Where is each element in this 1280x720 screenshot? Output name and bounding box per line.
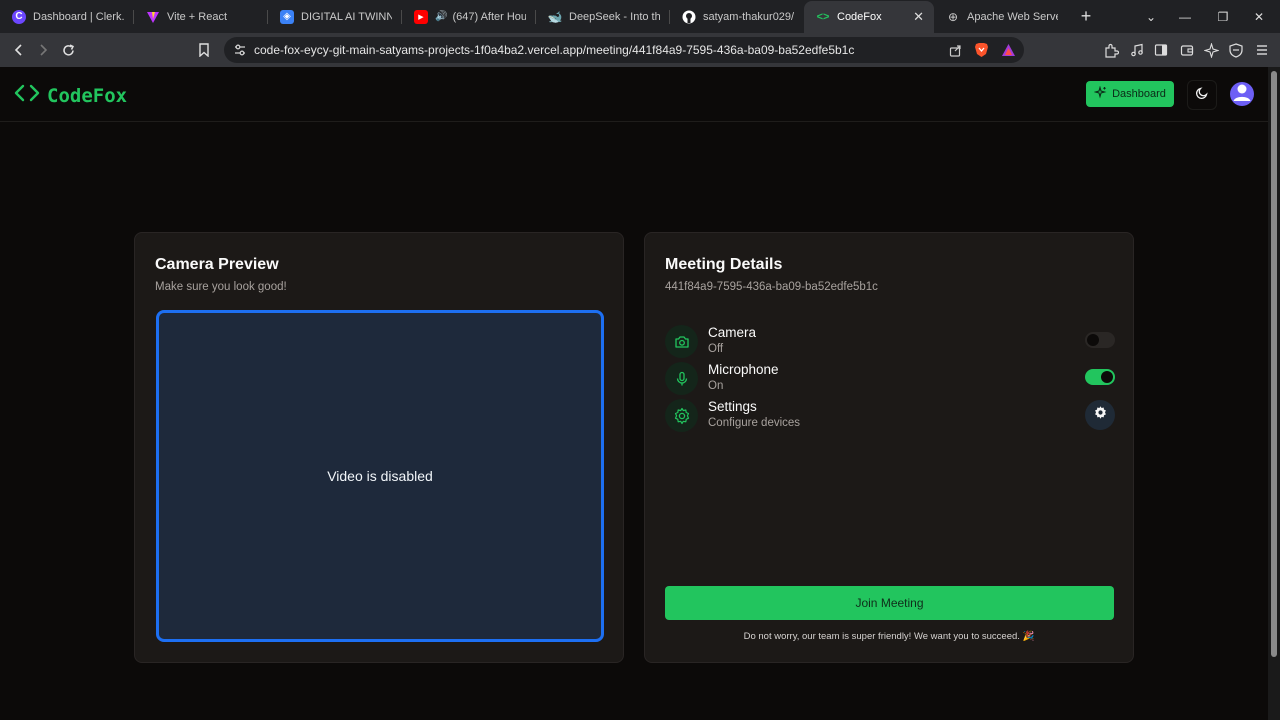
camera-preview-title: Camera Preview — [155, 256, 279, 273]
gear-icon — [1093, 405, 1108, 425]
meeting-details-card: Meeting Details 441f84a9-7595-436a-ba09-… — [644, 232, 1134, 663]
dashboard-label: Dashboard — [1112, 88, 1166, 100]
user-icon — [1230, 82, 1254, 106]
shield-app-icon: ◈ — [280, 9, 294, 24]
join-meeting-label: Join Meeting — [855, 596, 924, 610]
tab-title: satyam-thakur029/CodeFox — [703, 10, 794, 23]
browser-tab[interactable]: ◈ DIGITAL AI TWINNING — [268, 0, 402, 33]
tab-search-icon[interactable]: ⌄ — [1132, 0, 1170, 33]
gear-icon — [665, 399, 698, 432]
scrollbar-thumb[interactable] — [1271, 71, 1277, 657]
code-icon — [14, 83, 40, 108]
browser-tab[interactable]: satyam-thakur029/CodeFox — [670, 0, 804, 33]
forward-button[interactable] — [33, 40, 53, 60]
brand-logo[interactable]: CodeFox — [14, 83, 127, 108]
tab-title: Dashboard | Clerk.com — [33, 10, 124, 23]
window-close-button[interactable]: ✕ — [1240, 0, 1278, 33]
browser-tab[interactable]: C Dashboard | Clerk.com — [0, 0, 134, 33]
music-icon[interactable] — [1129, 42, 1145, 58]
deepseek-icon: 🐋 — [547, 9, 563, 24]
setting-value: On — [708, 380, 724, 392]
share-icon[interactable] — [949, 44, 962, 60]
camera-icon — [665, 325, 698, 358]
video-preview: Video is disabled — [156, 310, 604, 642]
dashboard-button[interactable]: Dashboard — [1086, 81, 1174, 107]
tab-title: CodeFox — [837, 11, 882, 23]
audio-playing-icon[interactable]: 🔊 — [435, 11, 447, 22]
camera-setting-row: Camera Off — [665, 325, 1115, 359]
camera-toggle[interactable] — [1085, 332, 1115, 348]
app-header: CodeFox Dashboard — [0, 67, 1268, 122]
url-text[interactable]: code-fox-eycy-git-main-satyams-projects-… — [254, 43, 854, 57]
brave-rewards-icon[interactable] — [1001, 43, 1016, 60]
github-icon — [682, 10, 696, 24]
sparkles-icon — [1093, 85, 1107, 102]
minimize-button[interactable]: — — [1166, 0, 1204, 33]
setting-label: Camera — [708, 325, 757, 340]
address-bar[interactable]: code-fox-eycy-git-main-satyams-projects-… — [224, 37, 1024, 63]
tab-title: Vite + React — [167, 10, 228, 23]
theme-toggle-button[interactable] — [1187, 80, 1217, 110]
page-scrollbar[interactable] — [1268, 67, 1280, 720]
meeting-details-title: Meeting Details — [665, 256, 783, 273]
browser-tab-strip: C Dashboard | Clerk.com Vite + React ◈ D… — [0, 0, 1280, 34]
user-avatar[interactable] — [1230, 82, 1254, 106]
video-status: Video is disabled — [327, 468, 433, 484]
reload-button[interactable] — [58, 40, 78, 60]
camera-preview-card: Camera Preview Make sure you look good! … — [134, 232, 624, 663]
browser-tab[interactable]: ⊕ Apache Web Server — [934, 0, 1068, 33]
setting-value: Off — [708, 343, 724, 355]
setting-label: Settings — [708, 399, 757, 414]
microphone-setting-row: Microphone On — [665, 362, 1115, 396]
close-icon[interactable]: ✕ — [913, 9, 924, 25]
brand-name: CodeFox — [47, 84, 128, 107]
globe-icon: ⊕ — [947, 9, 959, 24]
tab-title: Apache Web Server — [967, 10, 1058, 23]
settings-row: Settings Configure devices — [665, 399, 1115, 433]
leo-ai-icon[interactable] — [1203, 42, 1219, 58]
browser-tab[interactable]: ▶ 🔊 (647) After Hours — [402, 0, 536, 33]
site-info-icon[interactable] — [233, 43, 247, 57]
tab-title: (647) After Hours — [452, 10, 526, 23]
join-meeting-button[interactable]: Join Meeting — [665, 586, 1114, 620]
back-button[interactable] — [9, 40, 29, 60]
browser-tab-active[interactable]: <> CodeFox ✕ — [804, 0, 934, 34]
moon-icon — [1195, 86, 1209, 105]
browser-tab[interactable]: Vite + React — [134, 0, 268, 33]
brave-shields-icon[interactable] — [974, 42, 989, 61]
microphone-toggle[interactable] — [1085, 369, 1115, 385]
page-viewport: CodeFox Dashboard Camera Preview Make su… — [0, 67, 1268, 720]
tab-title: DeepSeek - Into the Unknown — [569, 10, 660, 23]
setting-value: Configure devices — [708, 417, 801, 429]
camera-preview-subtitle: Make sure you look good! — [155, 281, 287, 293]
wallet-icon[interactable] — [1179, 42, 1195, 58]
restore-button[interactable]: ❐ — [1204, 0, 1242, 33]
device-settings-button[interactable] — [1085, 400, 1115, 430]
sidebar-icon[interactable] — [1153, 42, 1169, 58]
tab-title: DIGITAL AI TWINNING — [301, 10, 392, 23]
vpn-icon[interactable] — [1228, 42, 1244, 58]
meeting-id: 441f84a9-7595-436a-ba09-ba52edfe5b1c — [665, 281, 878, 293]
setting-label: Microphone — [708, 362, 779, 377]
clerk-icon: C — [12, 9, 26, 24]
code-icon: <> — [816, 11, 830, 23]
browser-toolbar: code-fox-eycy-git-main-satyams-projects-… — [0, 33, 1280, 67]
mic-icon — [665, 362, 698, 395]
new-tab-button[interactable]: + — [1072, 6, 1100, 27]
menu-icon[interactable] — [1254, 42, 1270, 58]
bookmark-icon[interactable] — [194, 40, 214, 60]
encouragement-note: Do not worry, our team is super friendly… — [743, 631, 1035, 642]
youtube-icon: ▶ — [414, 9, 428, 24]
vite-icon — [146, 10, 160, 24]
browser-tab[interactable]: 🐋 DeepSeek - Into the Unknown — [536, 0, 670, 33]
extensions-icon[interactable] — [1103, 42, 1119, 58]
